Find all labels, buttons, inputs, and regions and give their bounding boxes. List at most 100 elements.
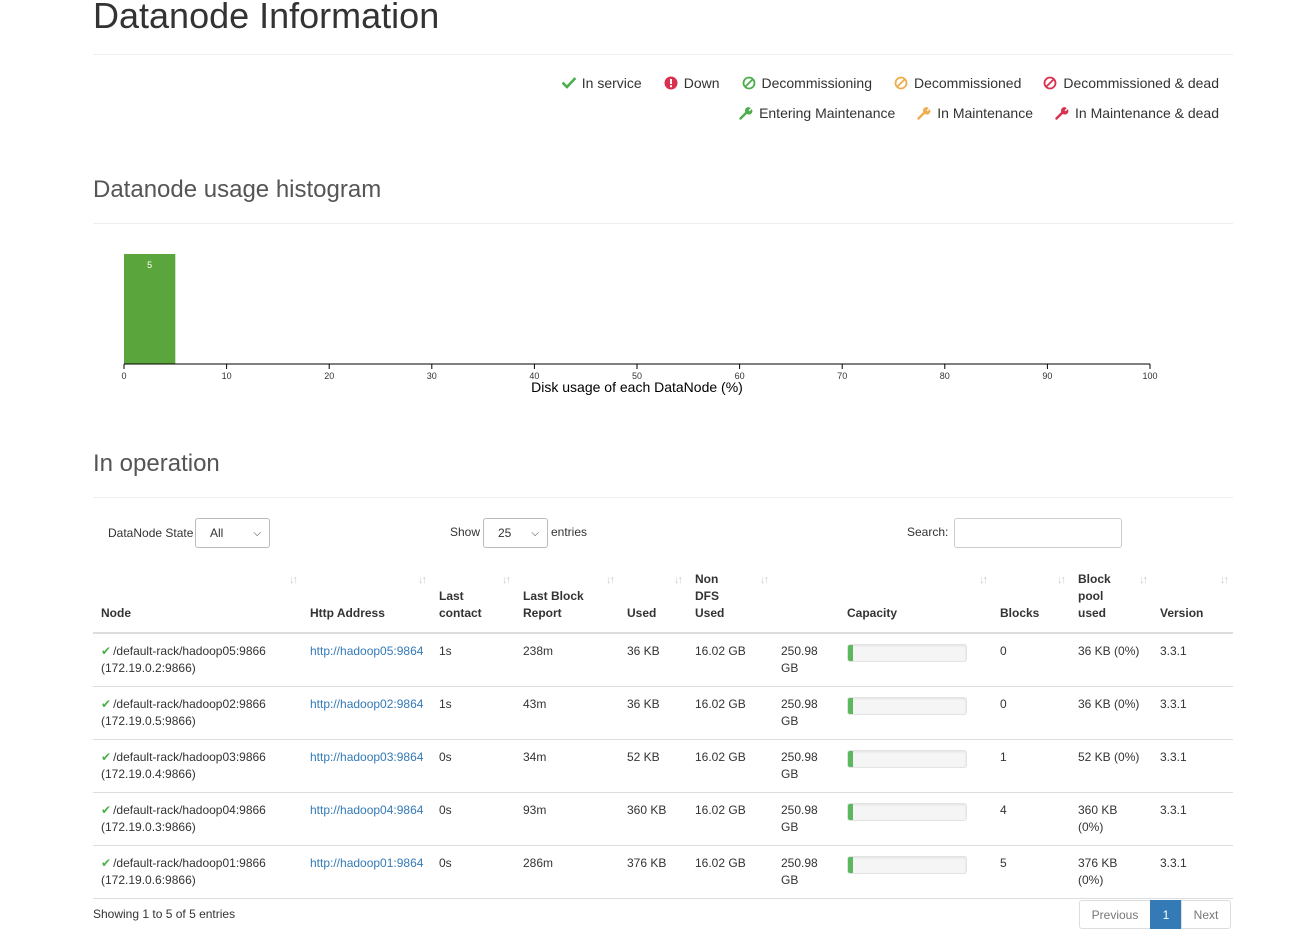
http-address-link[interactable]: http://hadoop02:9864	[310, 697, 423, 711]
node-cell: ✔/default-rack/hadoop05:9866 (172.19.0.2:…	[93, 633, 302, 687]
capacity-progress-bar	[847, 697, 967, 715]
capacity-progress-fill	[848, 698, 853, 714]
capacity-value-cell: 250.98 GB	[773, 845, 839, 899]
last-block-report-cell: 93m	[515, 792, 619, 846]
sort-icon: ↓↑	[418, 574, 427, 586]
http-cell: http://hadoop05:9864	[302, 633, 431, 687]
chevron-down-icon: ⌵	[253, 527, 261, 539]
legend-item-in-maintenance-dead: In Maintenance & dead	[1055, 105, 1219, 121]
x-tick-label: 70	[837, 371, 847, 381]
col-capacity[interactable]: Capacity ↓↑	[839, 566, 992, 634]
last-block-report-cell: 43m	[515, 686, 619, 740]
legend-label: Entering Maintenance	[759, 105, 896, 121]
used-cell: 52 KB	[619, 739, 687, 793]
version-cell: 3.3.1	[1152, 686, 1233, 740]
x-tick-label: 100	[1142, 371, 1157, 381]
node-name: /default-rack/hadoop04:9866	[113, 803, 266, 817]
legend-item-down: Down	[664, 75, 720, 91]
node-ip: (172.19.0.3:9866)	[101, 820, 196, 834]
capacity-progress-fill	[848, 857, 853, 873]
page-1-button[interactable]: 1	[1150, 900, 1182, 929]
col-block-pool-used[interactable]: Block pool used ↓↑	[1070, 566, 1152, 634]
x-tick-label: 90	[1042, 371, 1052, 381]
col-non-dfs-used[interactable]: Non DFS Used ↓↑	[687, 566, 773, 634]
capacity-progress-bar	[847, 750, 967, 768]
capacity-progress-fill	[848, 645, 853, 661]
col-node[interactable]: Node ↓↑	[93, 566, 302, 634]
previous-page-button[interactable]: Previous	[1079, 900, 1151, 929]
legend-label: Down	[683, 75, 720, 91]
datanode-state-label: DataNode State	[108, 526, 194, 540]
capacity-progress-bar	[847, 856, 967, 874]
blocks-cell: 5	[992, 845, 1070, 899]
col-last-contact[interactable]: Last contact ↓↑	[431, 566, 515, 634]
col-blocks[interactable]: Blocks ↓↑	[992, 566, 1070, 634]
http-cell: http://hadoop01:9864	[302, 845, 431, 899]
table-row: ✔/default-rack/hadoop02:9866 (172.19.0.5:…	[93, 686, 1233, 740]
histogram-divider	[93, 223, 1233, 224]
datanode-state-value: All	[210, 526, 224, 540]
legend-item-decommissioned: Decommissioned	[894, 75, 1021, 91]
http-address-link[interactable]: http://hadoop04:9864	[310, 803, 423, 817]
entries-length-value: 25	[498, 526, 512, 540]
check-icon: ✔	[101, 803, 112, 817]
last-contact-cell: 1s	[431, 686, 515, 740]
exclamation-circle-icon	[664, 76, 678, 90]
legend-label: Decommissioned	[913, 75, 1022, 91]
version-cell: 3.3.1	[1152, 845, 1233, 899]
x-tick-label: 20	[324, 371, 334, 381]
node-name: /default-rack/hadoop02:9866	[113, 697, 266, 711]
chevron-down-icon: ⌵	[531, 527, 539, 539]
title-divider	[93, 54, 1233, 55]
legend-item-decommissioning: Decommissioning	[742, 75, 872, 91]
entries-length-select[interactable]: 25 ⌵	[483, 518, 548, 548]
capacity-value-cell: 250.98 GB	[773, 739, 839, 793]
capacity-value-cell: 250.98 GB	[773, 792, 839, 846]
capacity-progress-bar	[847, 644, 967, 662]
usage-histogram: 50 10 20 30 40 50 60 70 80 90 100Disk usage of eac…	[121, 254, 1158, 395]
histogram-bar	[124, 254, 176, 364]
legend-label: In Maintenance & dead	[1075, 105, 1219, 121]
datanode-table: Node ↓↑ Http Address ↓↑ Last contact ↓↑ Last…	[93, 566, 1233, 899]
col-capacity-value	[773, 566, 839, 634]
x-tick-label: 0	[121, 371, 126, 381]
legend-item-in-service: In service	[561, 75, 642, 91]
legend-row-2: Entering Maintenance In Maintenance In Mai…	[739, 105, 1219, 121]
col-last-block-report[interactable]: Last Block Report ↓↑	[515, 566, 619, 634]
last-block-report-cell: 34m	[515, 739, 619, 793]
capacity-bar-cell	[839, 633, 992, 687]
next-page-button[interactable]: Next	[1181, 900, 1231, 929]
x-axis-label: Disk usage of each DataNode (%)	[531, 379, 743, 395]
col-version[interactable]: Version ↓↑	[1152, 566, 1233, 634]
legend-label: Decommissioning	[761, 75, 872, 91]
http-address-link[interactable]: http://hadoop01:9864	[310, 856, 423, 870]
sort-icon: ↓↑	[289, 574, 298, 586]
capacity-value-cell: 250.98 GB	[773, 633, 839, 687]
entries-label: entries	[551, 525, 588, 539]
http-address-link[interactable]: http://hadoop05:9864	[310, 644, 423, 658]
node-cell: ✔/default-rack/hadoop03:9866 (172.19.0.4:…	[93, 739, 302, 793]
wrench-icon	[917, 106, 931, 120]
search-label: Search:	[907, 525, 949, 539]
sort-icon: ↓↑	[606, 574, 615, 586]
used-cell: 360 KB	[619, 792, 687, 846]
col-used[interactable]: Used ↓↑	[619, 566, 687, 634]
last-contact-cell: 0s	[431, 792, 515, 846]
legend-item-in-maintenance: In Maintenance	[917, 105, 1033, 121]
sort-icon: ↓↑	[979, 574, 988, 586]
capacity-bar-cell	[839, 739, 992, 793]
check-icon: ✔	[101, 750, 112, 764]
used-cell: 36 KB	[619, 633, 687, 687]
table-row: ✔/default-rack/hadoop05:9866 (172.19.0.2:…	[93, 633, 1233, 687]
x-tick-label: 80	[940, 371, 950, 381]
http-address-link[interactable]: http://hadoop03:9864	[310, 750, 423, 764]
block-pool-used-cell: 52 KB (0%)	[1070, 739, 1152, 793]
non-dfs-used-cell: 16.02 GB	[687, 633, 773, 687]
node-ip: (172.19.0.4:9866)	[101, 767, 196, 781]
capacity-bar-cell	[839, 845, 992, 899]
last-contact-cell: 0s	[431, 739, 515, 793]
col-http-address[interactable]: Http Address ↓↑	[302, 566, 431, 634]
datanode-state-select[interactable]: All ⌵	[195, 518, 270, 548]
block-pool-used-cell: 376 KB (0%)	[1070, 845, 1152, 899]
search-input[interactable]	[954, 518, 1122, 548]
